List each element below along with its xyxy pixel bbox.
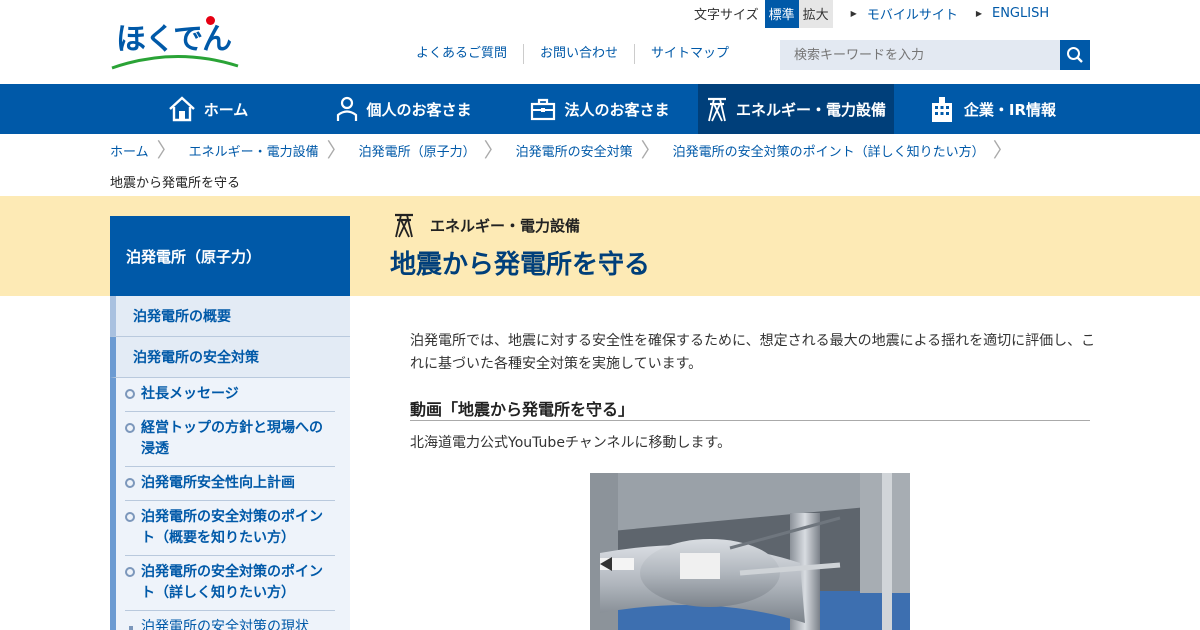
breadcrumb-item[interactable]: 泊発電所（原子力） 〉 [359,140,516,160]
plant-pipe-photo [590,473,910,630]
triangle-right-icon: ▶ [850,9,857,18]
page-category-label: エネルギー・電力設備 [430,216,581,235]
text-size-standard-button[interactable]: 標準 [764,0,799,28]
breadcrumb-label: エネルギー・電力設備 [188,144,319,160]
video-heading: 動画「地震から発電所を守る」 [410,396,1090,421]
breadcrumb-label: 泊発電所の安全対策のポイント（詳しく知りたい方） [672,144,985,160]
sidebar-subitem[interactable]: 泊発電所の安全対策のポイント（概要を知りたい方） [125,501,335,556]
text-size-large-button[interactable]: 拡大 [798,0,833,28]
nav-energy[interactable]: エネルギー・電力設備 [698,84,894,134]
text-size-label: 文字サイズ [694,8,759,23]
chevron-right-icon: 〉 [992,138,1013,162]
nav-business-label: 法人のお客さま [564,100,670,119]
sidebar-item-overview[interactable]: 泊発電所の概要 [110,296,350,337]
page-title: 地震から発電所を守る [390,250,651,280]
breadcrumb-item[interactable]: エネルギー・電力設備〉 [189,140,359,160]
sidebar-subitem-label: 社長メッセージ [141,386,239,402]
site-search [780,40,1090,70]
video-note: 北海道電力公式YouTubeチャンネルに移動します。 [410,435,732,451]
nav-personal-label: 個人のお客さま [366,100,472,119]
building-icon [931,97,952,122]
sidebar-subsubitem-label: 泊発電所の安全対策の現状（全体イメージ） [141,619,309,630]
nav-personal[interactable]: 個人のお客さま [306,84,502,134]
faq-link[interactable]: よくあるご質問 [400,44,525,64]
breadcrumb-item[interactable]: ホーム〉 [110,140,189,160]
home-icon [168,96,195,122]
briefcase-icon [531,98,556,121]
nav-corporate[interactable]: 企業・IR情報 [894,84,1090,134]
mobile-site-link[interactable]: ▶ モバイルサイト [851,4,958,23]
utility-bar: 文字サイズ 標準 拡大 ▶ モバイルサイト ▶ ENGLISH [694,0,1049,28]
mobile-site-label: モバイルサイト [866,8,958,23]
intro-text: 泊発電所では、地震に対する安全性を確保するために、想定される最大の地震による揺れ… [410,333,1096,372]
header-sublinks: よくあるご質問 お問い合わせ サイトマップ [400,44,745,64]
sidebar-title[interactable]: 泊発電所（原子力） [110,216,350,296]
sidebar-subitem-label: 泊発電所安全性向上計画 [141,475,295,491]
nav-business[interactable]: 法人のお客さま [502,84,698,134]
page-category: エネルギー・電力設備 [392,212,580,238]
sidebar-subsubitem[interactable]: 泊発電所の安全対策の現状（全体イメージ） [125,611,335,630]
ring-bullet-icon [125,478,135,488]
nav-energy-label: エネルギー・電力設備 [735,100,886,119]
nav-home[interactable]: ホーム [110,84,306,134]
square-bullet-icon [129,626,133,630]
pylon-icon [707,97,726,122]
search-input[interactable] [780,40,1060,70]
sidebar-subitem-label: 泊発電所の安全対策のポイント（概要を知りたい方） [141,509,323,546]
sidebar-subitem-label: 泊発電所の安全対策のポイント（詳しく知りたい方） [141,564,323,601]
english-label: ENGLISH [991,6,1050,21]
breadcrumb-label: 泊発電所の安全対策 [515,144,633,160]
english-link[interactable]: ▶ ENGLISH [976,6,1049,21]
sidebar-item-safety[interactable]: 泊発電所の安全対策 [110,337,350,378]
logo-green-arc [111,55,239,70]
video-thumbnail[interactable] [590,473,910,630]
logo-red-dot [206,16,215,25]
site-header: ほくでん 文字サイズ 標準 拡大 ▶ モバイルサイト ▶ ENGLISH よくあ… [0,0,1200,84]
sidebar-subitem[interactable]: 泊発電所の安全対策のポイント（詳しく知りたい方） [125,556,335,611]
sidebar-subitem[interactable]: 社長メッセージ [125,378,335,412]
chevron-right-icon: 〉 [326,138,347,162]
chevron-right-icon: 〉 [156,138,177,162]
search-icon [1067,47,1083,63]
ring-bullet-icon [125,389,135,399]
chevron-right-icon: 〉 [640,138,661,162]
global-nav: ホーム 個人のお客さま 法人のお客さま エネルギー・電力設備 企業・IR情報 [0,84,1200,134]
breadcrumb-item[interactable]: 泊発電所の安全対策〉 [516,140,673,160]
breadcrumb-label: ホーム [110,144,149,160]
person-icon [337,96,358,121]
chevron-right-icon: 〉 [483,138,504,162]
hokuden-logo[interactable]: ほくでん [110,14,240,72]
ring-bullet-icon [125,567,135,577]
sidebar-submenu: 社長メッセージ 経営トップの方針と現場への浸透 泊発電所安全性向上計画 泊発電所… [110,378,350,630]
breadcrumb: ホーム〉 エネルギー・電力設備〉 泊発電所（原子力）〉 泊発電所の安全対策〉 泊… [110,134,1090,166]
ring-bullet-icon [125,423,135,433]
search-button[interactable] [1060,40,1090,70]
nav-home-label: ホーム [203,100,249,119]
nav-corporate-label: 企業・IR情報 [963,100,1057,119]
sitemap-link[interactable]: サイトマップ [635,44,745,64]
sidebar-subitem-label: 経営トップの方針と現場への浸透 [141,420,323,457]
breadcrumb-current: 地震から発電所を守る [110,176,241,191]
triangle-right-icon: ▶ [975,9,982,18]
ring-bullet-icon [125,512,135,522]
sidebar: 泊発電所の概要 泊発電所の安全対策 社長メッセージ 経営トップの方針と現場への浸… [110,296,350,630]
sidebar-subitem[interactable]: 泊発電所安全性向上計画 [125,467,335,501]
contact-link[interactable]: お問い合わせ [524,44,636,64]
breadcrumb-item[interactable]: 泊発電所の安全対策のポイント（詳しく知りたい方） 〉 [673,140,1025,160]
sidebar-subitem[interactable]: 経営トップの方針と現場への浸透 [125,412,335,467]
breadcrumb-label: 泊発電所（原子力） [358,144,476,160]
pylon-icon [395,213,413,238]
